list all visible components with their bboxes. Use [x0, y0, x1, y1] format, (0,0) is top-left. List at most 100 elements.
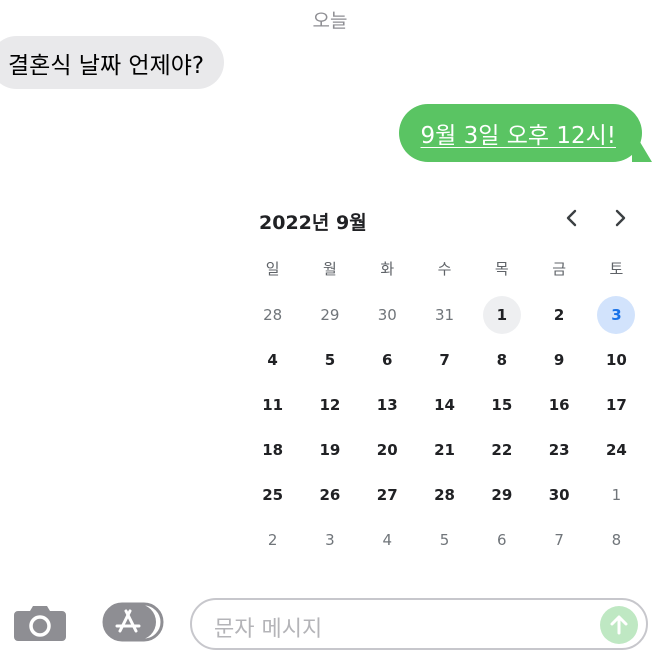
calendar-day-number: 23: [548, 440, 570, 459]
calendar-day[interactable]: 12: [301, 382, 358, 427]
app-store-icon[interactable]: [102, 602, 164, 642]
weekday-sat: 토: [609, 259, 624, 278]
calendar-day[interactable]: 4: [244, 337, 301, 382]
calendar-day[interactable]: 16: [530, 382, 587, 427]
calendar-day[interactable]: 13: [359, 382, 416, 427]
chevron-left-icon[interactable]: [560, 206, 584, 230]
calendar-day[interactable]: 27: [359, 472, 416, 517]
incoming-message-text: 결혼식 날짜 언제야?: [8, 52, 205, 79]
calendar-day[interactable]: 10: [588, 337, 645, 382]
calendar-day[interactable]: 8: [588, 517, 645, 562]
calendar-day-number: 17: [605, 395, 627, 414]
calendar-day[interactable]: 7: [416, 337, 473, 382]
calendar-day[interactable]: 21: [416, 427, 473, 472]
calendar-day[interactable]: 30: [359, 292, 416, 337]
calendar-day-number: 20: [376, 440, 398, 459]
calendar-day-number: 10: [605, 350, 627, 369]
calendar-day[interactable]: 28: [416, 472, 473, 517]
calendar-day-number: 28: [263, 305, 283, 324]
bubble-tail: [632, 142, 652, 162]
calendar-day-number: 4: [382, 530, 392, 549]
calendar-grid: 일 월 화 수 목 금 토 28 29 30 31 1 2 3 4 5 6 7 8 9 10 11 12 13 1…: [244, 244, 646, 562]
calendar-day[interactable]: 9: [530, 337, 587, 382]
calendar-day[interactable]: 28: [244, 292, 301, 337]
calendar-day-number: 13: [376, 395, 398, 414]
incoming-message-bubble: 결혼식 날짜 언제야?: [0, 36, 225, 89]
calendar-day-number: 1: [611, 485, 622, 504]
calendar-day-number: 29: [320, 305, 340, 324]
calendar-day-number: 27: [376, 485, 398, 504]
calendar-day-number: 3: [597, 295, 636, 334]
send-arrow-icon: [610, 615, 628, 635]
calendar-day[interactable]: 2: [530, 292, 587, 337]
calendar-day-number: 7: [554, 530, 564, 549]
weekday-sun: 일: [265, 259, 280, 278]
calendar-day[interactable]: 15: [473, 382, 530, 427]
calendar-day-number: 16: [548, 395, 570, 414]
calendar-day-number: 5: [439, 530, 450, 549]
calendar-day-number: 24: [605, 440, 627, 459]
calendar-day-number: 30: [548, 485, 570, 504]
calendar-day[interactable]: 3: [588, 292, 645, 337]
calendar-day-number: 12: [319, 395, 341, 414]
calendar-day-number: 31: [434, 305, 455, 324]
calendar-day[interactable]: 23: [530, 427, 587, 472]
calendar-day[interactable]: 20: [359, 427, 416, 472]
calendar-day[interactable]: 17: [588, 382, 645, 427]
calendar-day[interactable]: 29: [301, 292, 358, 337]
calendar-month-title[interactable]: 2022년 9월: [259, 208, 367, 235]
send-button[interactable]: [600, 606, 638, 644]
calendar-day-number: 30: [377, 305, 397, 324]
calendar-day-number: 21: [434, 440, 455, 459]
calendar-day[interactable]: 26: [301, 472, 358, 517]
calendar-day-number: 15: [491, 395, 513, 414]
calendar-day[interactable]: 5: [416, 517, 473, 562]
calendar-day[interactable]: 22: [473, 427, 530, 472]
calendar-day[interactable]: 31: [416, 292, 473, 337]
calendar-day[interactable]: 7: [530, 517, 587, 562]
calendar-day[interactable]: 1: [473, 292, 530, 337]
calendar-day-number: 8: [496, 350, 508, 369]
calendar-day-number: 9: [553, 350, 565, 369]
calendar-day-number: 28: [434, 485, 455, 504]
calendar-day[interactable]: 14: [416, 382, 473, 427]
calendar-day[interactable]: 19: [301, 427, 358, 472]
weekday-fri: 금: [552, 259, 567, 278]
calendar-day-number: 14: [434, 395, 455, 414]
calendar-day[interactable]: 5: [301, 337, 358, 382]
calendar-day-number: 11: [262, 395, 284, 414]
calendar-day-number: 29: [491, 485, 513, 504]
calendar-day-number: 19: [319, 440, 341, 459]
calendar-day-number: 6: [382, 350, 393, 369]
calendar-day[interactable]: 25: [244, 472, 301, 517]
calendar-day-number: 4: [267, 350, 278, 369]
calendar-day[interactable]: 11: [244, 382, 301, 427]
calendar-day-number: 18: [262, 440, 284, 459]
calendar-day-number: 5: [324, 350, 336, 369]
calendar-day[interactable]: 18: [244, 427, 301, 472]
message-composer: 문자 메시지: [0, 596, 660, 654]
calendar-nav: [560, 206, 632, 230]
calendar-day-number: 25: [262, 485, 284, 504]
calendar-day[interactable]: 6: [359, 337, 416, 382]
calendar-day[interactable]: 1: [588, 472, 645, 517]
message-input[interactable]: 문자 메시지: [190, 598, 648, 650]
calendar-day-number: 3: [325, 530, 335, 549]
camera-icon[interactable]: [14, 605, 66, 641]
calendar-day[interactable]: 6: [473, 517, 530, 562]
weekday-wed: 수: [437, 259, 452, 278]
message-input-placeholder: 문자 메시지: [214, 617, 323, 642]
calendar-day[interactable]: 24: [588, 427, 645, 472]
calendar-day-number: 2: [553, 305, 565, 324]
chevron-right-icon[interactable]: [608, 206, 632, 230]
calendar-day[interactable]: 29: [473, 472, 530, 517]
calendar-day[interactable]: 30: [530, 472, 587, 517]
calendar-day[interactable]: 2: [244, 517, 301, 562]
calendar-day-number: 26: [319, 485, 341, 504]
weekday-mon: 월: [323, 259, 337, 278]
outgoing-message-bubble[interactable]: 9월 3일 오후 12시!: [398, 104, 652, 162]
calendar-day[interactable]: 4: [359, 517, 416, 562]
calendar-day[interactable]: 3: [301, 517, 358, 562]
calendar-day[interactable]: 8: [473, 337, 530, 382]
outgoing-message-date-link[interactable]: 9월 3일 오후 12시!: [421, 116, 617, 150]
